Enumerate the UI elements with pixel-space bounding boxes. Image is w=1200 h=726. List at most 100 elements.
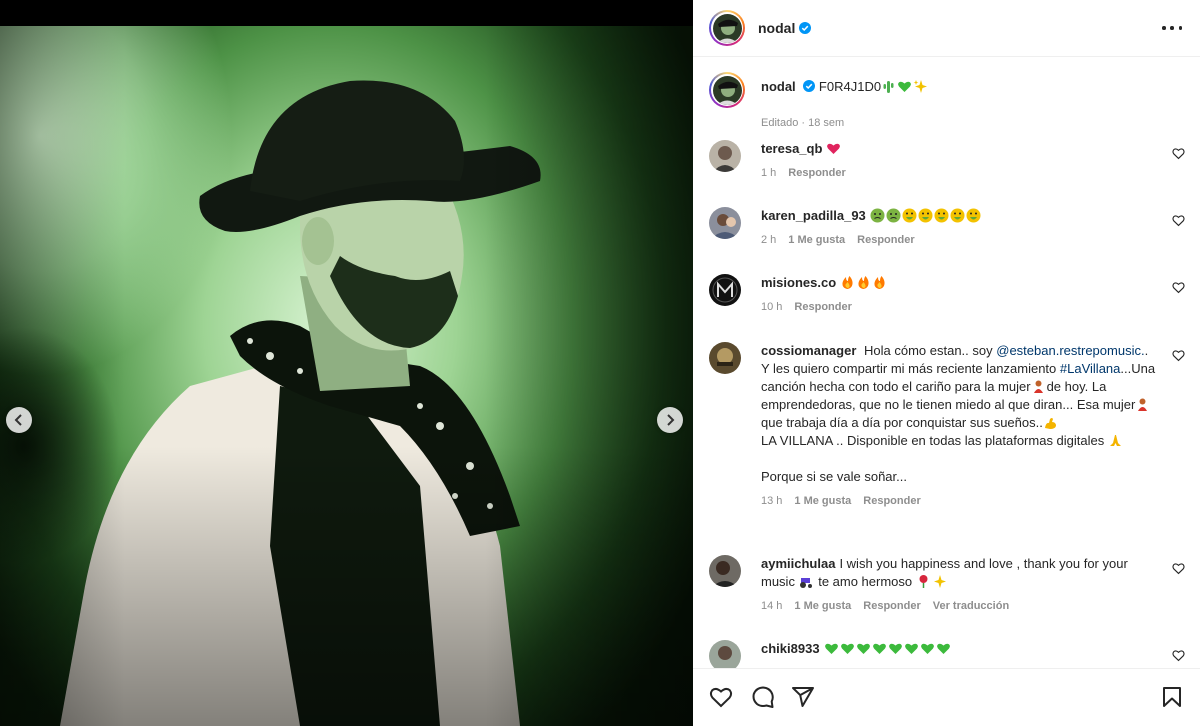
caption-meta: Editado · 18 sem xyxy=(761,117,845,129)
comment-likes[interactable]: 1 Me gusta xyxy=(794,600,851,612)
cactus-emoji xyxy=(883,81,894,93)
commenter-username[interactable]: teresa_qb xyxy=(761,141,822,156)
rose-emoji xyxy=(919,575,928,588)
nauseated-face-emoji xyxy=(886,208,901,223)
caption-avatar[interactable] xyxy=(709,72,745,108)
reply-button[interactable]: Responder xyxy=(794,301,851,313)
green-heart-emoji xyxy=(920,643,934,654)
reply-button[interactable]: Responder xyxy=(857,234,914,246)
emoji-row xyxy=(870,208,982,223)
comment-text-part: que trabaja día a día por conquistar sus… xyxy=(761,415,1043,430)
commenter-username[interactable]: cossiomanager xyxy=(761,343,856,358)
comment-item: cossiomanager Hola cómo estan.. soy @est… xyxy=(709,342,1185,542)
emoji-row xyxy=(840,275,888,290)
green-heart-emoji xyxy=(872,643,886,654)
reply-button[interactable]: Responder xyxy=(788,167,845,179)
commenter-avatar[interactable] xyxy=(709,640,741,668)
post-side-panel: nodal nodal F0R4J1D0 Editado · 18 sem te… xyxy=(693,0,1200,726)
comment-time[interactable]: 10 h xyxy=(761,301,782,313)
green-heart-emoji xyxy=(904,643,918,654)
previous-photo-button[interactable] xyxy=(6,407,32,433)
comment-item: misiones.co 10 h Responder xyxy=(709,274,1185,324)
green-heart-emoji xyxy=(840,643,854,654)
sparkles-emoji xyxy=(913,80,928,93)
comment-item: aymiichulaa I wish you happiness and love… xyxy=(709,555,1185,625)
comment-icon[interactable] xyxy=(751,685,775,709)
share-icon[interactable] xyxy=(791,685,815,709)
like-comment-heart-icon[interactable] xyxy=(1172,349,1185,362)
commenter-avatar[interactable] xyxy=(709,207,741,239)
caption-username[interactable]: nodal xyxy=(761,79,796,94)
post-header: nodal xyxy=(693,0,1200,57)
see-translation-button[interactable]: Ver traducción xyxy=(933,600,1009,612)
comment-text-part: LA VILLANA .. Disponible en todas las pl… xyxy=(761,433,1105,448)
comment-likes[interactable]: 1 Me gusta xyxy=(794,495,851,507)
comment-time[interactable]: 1 h xyxy=(761,167,776,179)
vomiting-face-emoji xyxy=(902,208,917,223)
woman-emoji xyxy=(1033,380,1043,393)
vomiting-face-emoji xyxy=(950,208,965,223)
commenter-avatar[interactable] xyxy=(709,274,741,306)
like-comment-heart-icon[interactable] xyxy=(1172,281,1185,294)
caption-text: F0R4J1D0 xyxy=(818,79,882,94)
author-avatar[interactable] xyxy=(709,10,745,46)
bookmark-icon[interactable] xyxy=(1160,685,1184,709)
comment-item: karen_padilla_93 2 h 1 Me gusta Responder xyxy=(709,207,1185,257)
commenter-avatar[interactable] xyxy=(709,555,741,587)
sparkles-emoji xyxy=(933,575,946,588)
instagram-post-view: nodal nodal F0R4J1D0 Editado · 18 sem te… xyxy=(0,0,1200,726)
flexed-biceps-emoji xyxy=(1044,418,1056,429)
commenter-avatar[interactable] xyxy=(709,342,741,374)
author-username[interactable]: nodal xyxy=(758,20,795,36)
post-actions xyxy=(693,668,1200,726)
reply-button[interactable]: Responder xyxy=(863,600,920,612)
commenter-username[interactable]: karen_padilla_93 xyxy=(761,208,866,223)
folded-hands-emoji xyxy=(1109,435,1121,446)
mention-link[interactable]: @esteban.restrepomusic. xyxy=(996,343,1144,358)
next-photo-button[interactable] xyxy=(657,407,683,433)
more-options-button[interactable] xyxy=(1162,20,1182,36)
fire-emoji xyxy=(842,276,853,289)
commenter-username[interactable]: misiones.co xyxy=(761,275,836,290)
tractor-emoji xyxy=(799,578,812,588)
post-media xyxy=(0,0,693,726)
post-photo xyxy=(0,26,693,726)
like-comment-heart-icon[interactable] xyxy=(1172,562,1185,575)
comment-text-part: Porque si se vale soñar... xyxy=(761,469,907,484)
green-heart-emoji xyxy=(936,643,950,654)
woman-emoji xyxy=(1138,398,1148,411)
fire-emoji xyxy=(874,276,885,289)
like-comment-heart-icon[interactable] xyxy=(1172,214,1185,227)
green-heart-emoji xyxy=(888,643,902,654)
comment-likes[interactable]: 1 Me gusta xyxy=(788,234,845,246)
comment-time[interactable]: 13 h xyxy=(761,495,782,507)
chevron-right-icon xyxy=(667,414,675,426)
red-heart-emoji xyxy=(827,143,841,154)
green-heart-emoji xyxy=(898,81,911,92)
comment-time[interactable]: 2 h xyxy=(761,234,776,246)
reply-button[interactable]: Responder xyxy=(863,495,920,507)
heart-icon[interactable] xyxy=(709,685,733,709)
comments-list[interactable]: nodal F0R4J1D0 Editado · 18 sem teresa_q… xyxy=(693,58,1200,668)
fire-emoji xyxy=(858,276,869,289)
comment-item: teresa_qb 1 h Responder xyxy=(709,140,1185,190)
like-comment-heart-icon[interactable] xyxy=(1172,147,1185,160)
comment-item: chiki8933 xyxy=(709,640,1185,668)
commenter-username[interactable]: chiki8933 xyxy=(761,641,820,656)
comment-time[interactable]: 14 h xyxy=(761,600,782,612)
chevron-left-icon xyxy=(14,414,22,426)
vomiting-face-emoji xyxy=(966,208,981,223)
verified-badge-icon xyxy=(803,80,816,92)
commenter-avatar[interactable] xyxy=(709,140,741,172)
comment-text-part: Hola cómo estan.. soy xyxy=(864,343,993,358)
green-heart-emoji xyxy=(824,643,838,654)
vomiting-face-emoji xyxy=(934,208,949,223)
emoji-row xyxy=(824,641,952,656)
vomiting-face-emoji xyxy=(918,208,933,223)
hashtag-link[interactable]: #LaVillana xyxy=(1060,361,1120,376)
like-comment-heart-icon[interactable] xyxy=(1172,649,1185,662)
comment-text-part: te amo hermoso xyxy=(818,574,913,589)
nauseated-face-emoji xyxy=(870,208,885,223)
commenter-username[interactable]: aymiichulaa xyxy=(761,556,835,571)
verified-badge-icon xyxy=(799,22,812,34)
